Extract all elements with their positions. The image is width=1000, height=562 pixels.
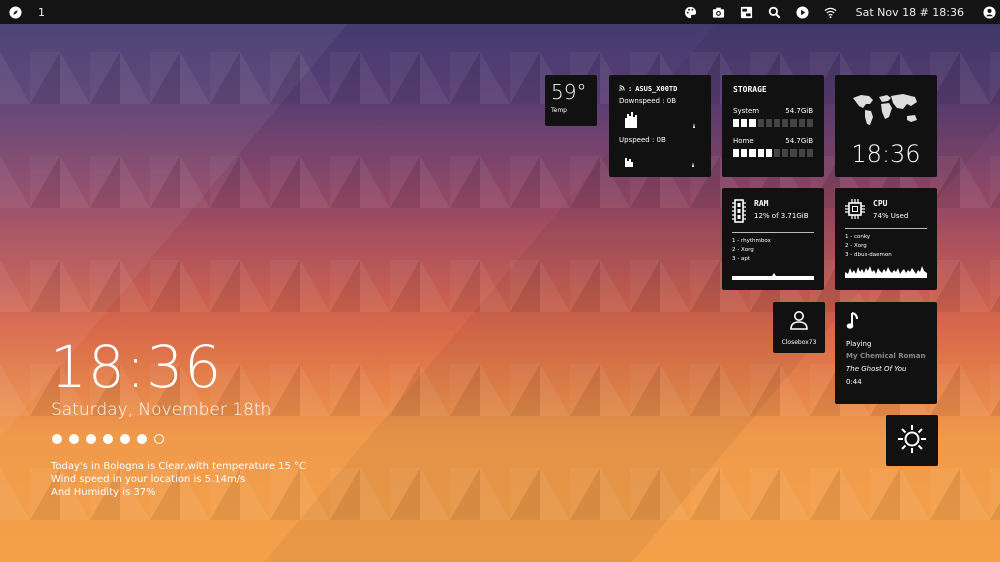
ram-usage: 12% of 3.71GiB: [754, 212, 809, 220]
ram-process-1: 1 - rhythmbox: [732, 238, 771, 244]
ram-process-2: 2 - Xorg: [732, 247, 754, 253]
cpu-usage: 74% Used: [873, 212, 909, 220]
bar-segment: [806, 149, 814, 157]
bar-segment: [765, 119, 773, 127]
ram-widget: RAM 12% of 3.71GiB 1 - rhythmbox 2 - Xor…: [722, 188, 824, 290]
downspeed-label: Downspeed : 0B: [619, 97, 677, 105]
bar-segment: [765, 149, 773, 157]
widget-clock-time: 18:36: [851, 140, 921, 168]
music-song-title: The Ghost Of You: [846, 365, 907, 373]
camera-icon[interactable]: [712, 5, 726, 19]
day-dots: [52, 434, 164, 444]
bar-segment: [757, 149, 764, 157]
desktop-date: Saturday, November 18th: [51, 400, 272, 420]
cpu-process-2: 2 - Xorg: [845, 243, 867, 249]
bar-segment: [741, 149, 748, 157]
home-size: 54.7GiB: [785, 137, 813, 145]
bar-segment: [749, 119, 756, 127]
search-icon[interactable]: [768, 5, 782, 19]
wifi-signal-icon: [619, 85, 625, 93]
ram-divider: [732, 232, 814, 233]
bar-segment: [806, 119, 814, 127]
cpu-divider: [845, 228, 927, 229]
system-label: System: [733, 107, 760, 115]
bar-segment: [798, 119, 805, 127]
cpu-chip-icon: [845, 199, 865, 221]
bar-segment: [733, 149, 740, 157]
world-map-icon: [853, 94, 917, 125]
cpu-process-1: 1 - conky: [845, 234, 871, 240]
compass-icon[interactable]: [8, 5, 22, 19]
system-size: 54.7GiB: [785, 107, 813, 115]
temperature-value: 59°: [551, 80, 587, 104]
world-clock-widget: 18:36: [835, 75, 937, 177]
bar-segment: [790, 149, 797, 157]
downspeed-graph: [625, 112, 695, 128]
weather-line-3: And Humidity is 37%: [51, 487, 156, 498]
ram-graph: [732, 273, 814, 280]
temperature-widget: 59° Temp: [545, 75, 597, 126]
desktop-clock: 18:36: [50, 333, 223, 401]
toggle-icon[interactable]: [740, 5, 754, 19]
network-widget: : ASUS_X00TD Downspeed : 0B Upspeed : 0B: [609, 75, 711, 177]
brightness-icon: [897, 424, 927, 458]
user-name: Closebox73: [781, 339, 817, 346]
brightness-widget[interactable]: [886, 415, 938, 466]
bar-segment: [749, 149, 756, 157]
music-artist: My Chemical Romance: [846, 352, 926, 360]
cpu-process-3: 3 - dbus-daemon: [845, 252, 892, 258]
bar-segment: [782, 119, 789, 127]
weather-line-2: Wind speed in your location is 5.14m/s: [51, 474, 246, 485]
palette-icon[interactable]: [684, 5, 698, 19]
cpu-graph: [845, 266, 927, 278]
memory-chip-icon: [732, 199, 746, 225]
top-bar: 1 Sat Nov 18 # 18:36: [0, 0, 1000, 24]
weather-line-1: Today's in Bologna is Clear,with tempera…: [51, 461, 307, 472]
upspeed-graph: [625, 158, 694, 167]
music-widget[interactable]: Playing My Chemical Romance The Ghost Of…: [835, 302, 937, 404]
storage-widget: STORAGE System 54.7GiB Home 54.7GiB: [722, 75, 824, 177]
user-widget[interactable]: Closebox73: [773, 302, 825, 353]
weather-info: Today's in Bologna is Clear,with tempera…: [51, 460, 306, 499]
bar-segment: [774, 119, 781, 127]
user-icon[interactable]: [982, 5, 996, 19]
cpu-title: CPU: [873, 199, 888, 208]
play-icon[interactable]: [796, 5, 810, 19]
ram-title: RAM: [754, 199, 769, 208]
network-ssid: ASUS_X00TD: [635, 85, 678, 93]
bar-segment: [741, 119, 748, 127]
system-usage-bar: [733, 119, 814, 127]
bar-segment: [733, 119, 740, 127]
music-elapsed-time: 0:44: [846, 378, 862, 386]
home-label: Home: [733, 137, 754, 145]
wifi-icon[interactable]: [824, 5, 838, 19]
storage-title: STORAGE: [733, 85, 767, 94]
home-usage-bar: [733, 149, 814, 157]
bar-segment: [782, 149, 789, 157]
bar-segment: [757, 119, 764, 127]
user-profile-icon: [789, 310, 809, 332]
bar-segment: [798, 149, 805, 157]
cpu-widget: CPU 74% Used 1 - conky 2 - Xorg 3 - dbus…: [835, 188, 937, 290]
workspace-indicator[interactable]: 1: [38, 6, 45, 19]
bar-segment: [774, 149, 781, 157]
music-status: Playing: [846, 340, 872, 348]
temperature-label: Temp: [551, 107, 567, 114]
datetime-label[interactable]: Sat Nov 18 # 18:36: [856, 6, 964, 19]
ram-process-3: 3 - apt: [732, 256, 750, 262]
upspeed-label: Upspeed : 0B: [619, 136, 666, 144]
music-note-icon: [846, 312, 926, 332]
bar-segment: [790, 119, 797, 127]
